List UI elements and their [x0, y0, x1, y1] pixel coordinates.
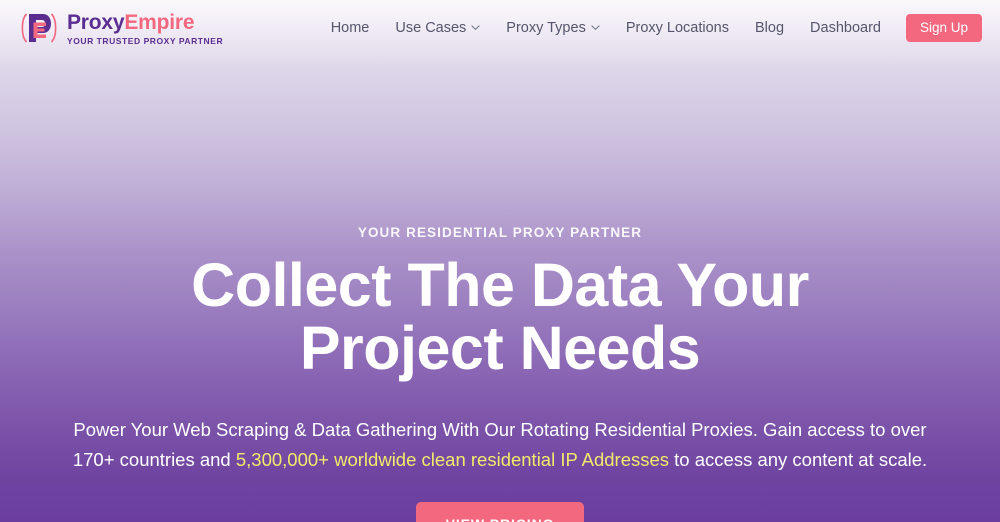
nav-item-label: Blog — [755, 20, 785, 36]
brand-logo-link[interactable]: ProxyEmpire YOUR TRUSTED PROXY PARTNER — [14, 9, 223, 47]
nav-item-use-cases[interactable]: Use Cases — [382, 14, 493, 42]
hero-cta-wrapper: View Pricing — [0, 501, 1000, 522]
chevron-down-icon — [591, 23, 600, 32]
nav-item-dashboard[interactable]: Dashboard — [797, 14, 894, 42]
nav-item-label: Proxy Types — [506, 20, 586, 36]
nav-item-label: Use Cases — [395, 20, 467, 36]
hero-title: Collect The Data Your Project Needs — [191, 251, 809, 383]
hero-page: ProxyEmpire YOUR TRUSTED PROXY PARTNER H… — [0, 0, 1000, 522]
brand-name-proxy: Proxy — [67, 10, 125, 34]
chevron-down-icon — [471, 23, 480, 32]
nav-item-label: Proxy Locations — [625, 20, 729, 36]
hero-section: YOUR RESIDENTIAL PROXY PARTNER Collect T… — [0, 56, 1000, 522]
hero-subtitle-part2: to access any content at scale. — [669, 448, 928, 470]
brand-tagline: YOUR TRUSTED PROXY PARTNER — [67, 35, 224, 46]
site-header: ProxyEmpire YOUR TRUSTED PROXY PARTNER H… — [0, 0, 1000, 56]
nav-item-blog[interactable]: Blog — [742, 14, 797, 42]
nav-item-label: Dashboard — [810, 20, 881, 36]
hero-eyebrow: YOUR RESIDENTIAL PROXY PARTNER — [357, 225, 643, 240]
main-navigation: Home Use Cases Proxy Types Proxy Locatio… — [318, 14, 982, 42]
proxyempire-logo-icon — [18, 9, 60, 47]
hero-subtitle: Power Your Web Scraping & Data Gathering… — [60, 415, 940, 475]
nav-item-home[interactable]: Home — [318, 14, 383, 42]
nav-item-proxy-locations[interactable]: Proxy Locations — [613, 14, 742, 42]
view-pricing-button[interactable]: View Pricing — [415, 501, 585, 522]
hero-subtitle-highlight: 5,300,000+ worldwide clean residential I… — [235, 448, 670, 470]
brand-name-empire: Empire — [124, 10, 195, 34]
brand-wordmark: ProxyEmpire YOUR TRUSTED PROXY PARTNER — [67, 11, 223, 46]
sign-up-button[interactable]: Sign Up — [905, 14, 982, 42]
nav-item-label: Home — [330, 20, 370, 36]
brand-name: ProxyEmpire — [67, 12, 223, 33]
nav-item-proxy-types[interactable]: Proxy Types — [493, 14, 613, 42]
